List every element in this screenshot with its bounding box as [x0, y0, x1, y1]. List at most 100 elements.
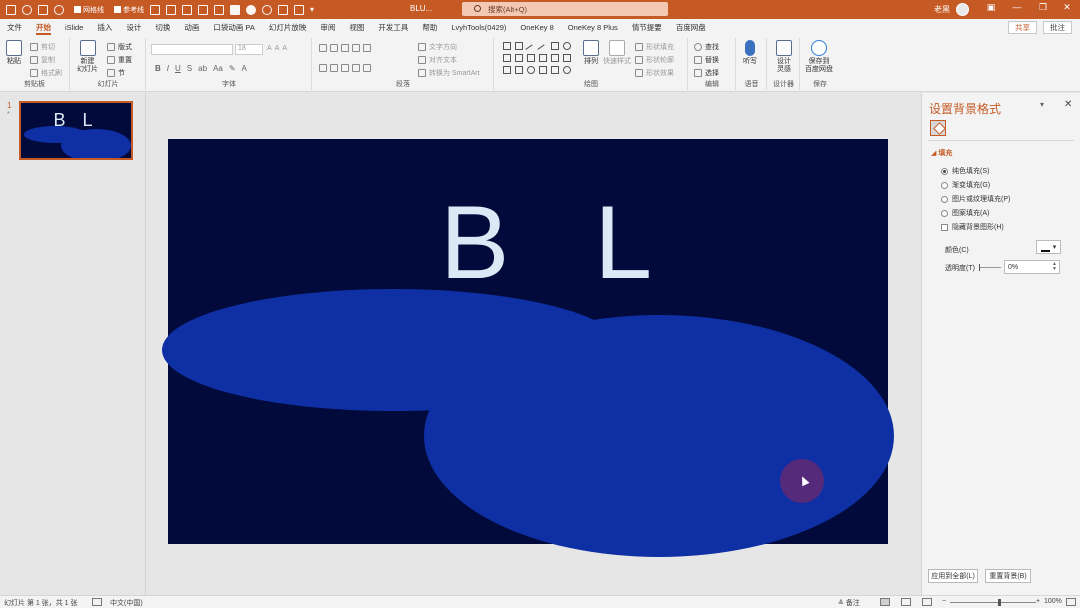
solid-fill-radio[interactable] [941, 167, 948, 175]
shape-outline-button[interactable]: 形状轮廓 [635, 55, 674, 65]
justify-icon[interactable] [352, 64, 360, 72]
share-button[interactable]: 共享 [1008, 21, 1037, 34]
align-right-icon[interactable] [341, 64, 349, 72]
change-case-icon[interactable]: Aa [213, 64, 223, 73]
merge-qat-icon[interactable] [262, 4, 272, 15]
line-spacing-icon[interactable] [363, 44, 371, 52]
highlight-icon[interactable]: ✎ [229, 64, 236, 73]
close-button[interactable]: ✕ [1060, 2, 1074, 13]
elbow-shape-icon[interactable] [527, 54, 535, 62]
columns-icon[interactable] [363, 64, 371, 72]
roundrect-shape-icon[interactable] [503, 54, 511, 62]
shape-qat-icon[interactable] [230, 4, 240, 15]
tab-onekey8-plus[interactable]: OneKey 8 Plus [561, 19, 625, 36]
user-name[interactable]: 老黑 [934, 4, 950, 15]
tab-developer[interactable]: 开发工具 [371, 19, 415, 36]
decrease-indent-icon[interactable] [341, 44, 349, 52]
distribute-qat-icon[interactable] [198, 4, 208, 15]
tab-review[interactable]: 审阅 [313, 19, 342, 36]
pane-options-dropdown[interactable]: ▾ [1040, 100, 1044, 109]
accessibility-icon[interactable] [92, 598, 102, 606]
design-ideas-button[interactable]: 设计 灵感 [776, 40, 792, 74]
layout-button[interactable]: 版式 [107, 42, 132, 52]
shape-effects-button[interactable]: 形状效果 [635, 68, 674, 78]
tab-islide[interactable]: iSlide [58, 19, 90, 36]
reset-slide-button[interactable]: 重置 [107, 55, 132, 65]
brace-shape-icon[interactable] [551, 66, 559, 74]
font-color-icon[interactable]: A [242, 64, 247, 73]
oval-shape-icon[interactable] [563, 42, 571, 50]
search-box[interactable]: 搜索(Alt+Q) [462, 2, 668, 16]
strikethrough-button[interactable]: S [187, 64, 192, 73]
star-shape-icon[interactable] [563, 66, 571, 74]
curve-shape-icon[interactable] [503, 66, 511, 74]
tab-view[interactable]: 视图 [342, 19, 371, 36]
paste-button[interactable]: 粘贴 [6, 40, 22, 66]
slide-thumbnail[interactable]: B L [19, 101, 133, 160]
group-qat-icon[interactable] [214, 4, 224, 15]
pattern-fill-option[interactable]: 图案填充(A) [941, 208, 989, 218]
align-left-icon[interactable] [319, 64, 327, 72]
table-qat-icon[interactable] [278, 4, 288, 15]
tab-help[interactable]: 帮助 [415, 19, 444, 36]
clear-format-icon[interactable]: A [282, 45, 287, 52]
textbox-v-shape-icon[interactable] [515, 42, 523, 50]
tab-slideshow[interactable]: 幻灯片放映 [262, 19, 314, 36]
align-top-qat-icon[interactable] [182, 4, 192, 15]
rect-shape-icon[interactable] [551, 42, 559, 50]
tab-home[interactable]: 开始 [29, 19, 58, 36]
zoom-level[interactable]: 100% [1044, 598, 1062, 605]
minimize-button[interactable]: — [1010, 2, 1024, 12]
copy-button[interactable]: 复制 [30, 55, 55, 65]
picture-fill-radio[interactable] [941, 195, 948, 203]
zoom-slider[interactable] [950, 599, 1036, 606]
format-painter-button[interactable]: 格式刷 [30, 68, 62, 78]
tab-storyboard[interactable]: 情节提要 [625, 19, 669, 36]
notes-button[interactable]: ≙ 备注 [838, 598, 860, 608]
ellipse-shape-2[interactable] [424, 315, 894, 557]
elbow2-shape-icon[interactable] [539, 54, 547, 62]
quick-styles-button[interactable]: 快速样式 [603, 40, 631, 66]
save-to-baidu-button[interactable]: 保存到 百度网盘 [805, 40, 833, 74]
tab-animations[interactable]: 动画 [177, 19, 206, 36]
guides-toggle[interactable]: 参考线 [114, 5, 144, 15]
tab-design[interactable]: 设计 [119, 19, 148, 36]
tab-transitions[interactable]: 切换 [148, 19, 177, 36]
replace-button[interactable]: 替换 [694, 55, 719, 65]
underline-button[interactable]: U [175, 64, 181, 73]
pattern-fill-radio[interactable] [941, 209, 948, 217]
select-button[interactable]: 选择 [694, 68, 719, 78]
document-title[interactable]: BLU... [410, 4, 432, 13]
tab-onekey8[interactable]: OneKey 8 [513, 19, 560, 36]
down-arrow-shape-icon[interactable] [563, 54, 571, 62]
char-spacing-icon[interactable]: ab [198, 64, 207, 73]
increase-indent-icon[interactable] [352, 44, 360, 52]
align-text-button[interactable]: 对齐文本 [418, 55, 457, 65]
save-icon[interactable] [6, 4, 16, 15]
new-slide-button[interactable]: 新建 幻灯片 [77, 40, 98, 74]
font-name-select[interactable] [151, 44, 233, 55]
apply-to-all-button[interactable]: 应用到全部(L) [928, 569, 978, 583]
grow-font-icon[interactable]: A [267, 45, 272, 52]
grid-qat-icon[interactable] [294, 4, 304, 15]
normal-view-icon[interactable] [880, 598, 890, 606]
transparency-input[interactable]: 0% ▲ ▼ [1004, 260, 1060, 274]
refresh-icon[interactable] [54, 4, 64, 15]
zoom-in-button[interactable]: + [1036, 598, 1040, 605]
find-button[interactable]: 查找 [694, 42, 719, 52]
gridlines-checkbox[interactable] [74, 6, 81, 13]
shapes-gallery[interactable] [503, 42, 573, 76]
align-center-icon[interactable] [330, 64, 338, 72]
arrow-shape-icon[interactable] [551, 54, 559, 62]
fill-section-header[interactable]: ◢ 填充 [931, 148, 952, 158]
avatar[interactable] [956, 3, 969, 16]
textbox-shape-icon[interactable] [503, 42, 511, 50]
cut-button[interactable]: 剪切 [30, 42, 55, 52]
shape-fill-button[interactable]: 形状填充 [635, 42, 674, 52]
redo-icon[interactable] [38, 4, 48, 15]
bullets-icon[interactable] [319, 44, 327, 52]
restore-button[interactable]: ❐ [1036, 2, 1050, 13]
smartart-button[interactable]: 转换为 SmartArt [418, 68, 480, 78]
language-status[interactable]: 中文(中国) [110, 598, 143, 608]
freeform-shape-icon[interactable] [515, 66, 523, 74]
